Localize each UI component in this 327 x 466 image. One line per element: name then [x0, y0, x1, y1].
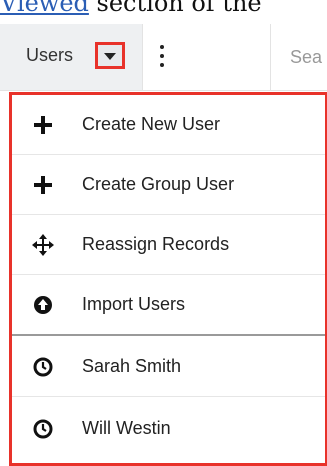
search-input[interactable]: Sea [290, 46, 322, 68]
caret-down-icon [104, 53, 116, 60]
move-arrows-icon [32, 234, 54, 256]
top-navbar: Users Sea [0, 24, 327, 91]
plus-icon [34, 116, 52, 134]
doc-text: section of the [88, 0, 262, 17]
menu-item-reassign-records[interactable]: Reassign Records [12, 215, 325, 275]
users-dropdown-toggle[interactable] [95, 42, 125, 69]
plus-icon [34, 176, 52, 194]
menu-item-label: Create New User [82, 114, 221, 134]
menu-item-label: Create Group User [82, 174, 235, 194]
clock-icon [33, 357, 53, 377]
viewed-link[interactable]: Viewed [0, 0, 89, 17]
menu-item-label: Import Users [82, 294, 186, 314]
more-vertical-icon[interactable] [155, 44, 171, 68]
users-actions-menu: Create New User Create Group User Reassi… [9, 92, 327, 466]
users-tab-label: Users [26, 45, 74, 65]
menu-item-label: Reassign Records [82, 234, 230, 254]
menu-item-recent-user[interactable]: Sarah Smith [12, 337, 325, 397]
menu-item-recent-user[interactable]: Will Westin [12, 399, 325, 459]
menu-group-divider [12, 334, 325, 336]
menu-item-create-group-user[interactable]: Create Group User [12, 155, 325, 215]
search-divider [270, 24, 271, 90]
clock-icon [33, 419, 53, 439]
page: Viewed section of the Users Sea Create N… [0, 0, 327, 466]
menu-item-import-users[interactable]: Import Users [12, 275, 325, 335]
users-module-tab[interactable]: Users [0, 24, 143, 90]
menu-item-label: Will Westin [82, 418, 171, 438]
menu-item-label: Sarah Smith [82, 356, 182, 376]
doc-text-line: Viewed section of the [0, 0, 327, 18]
menu-item-create-new-user[interactable]: Create New User [12, 95, 325, 155]
upload-circle-icon [34, 296, 52, 314]
